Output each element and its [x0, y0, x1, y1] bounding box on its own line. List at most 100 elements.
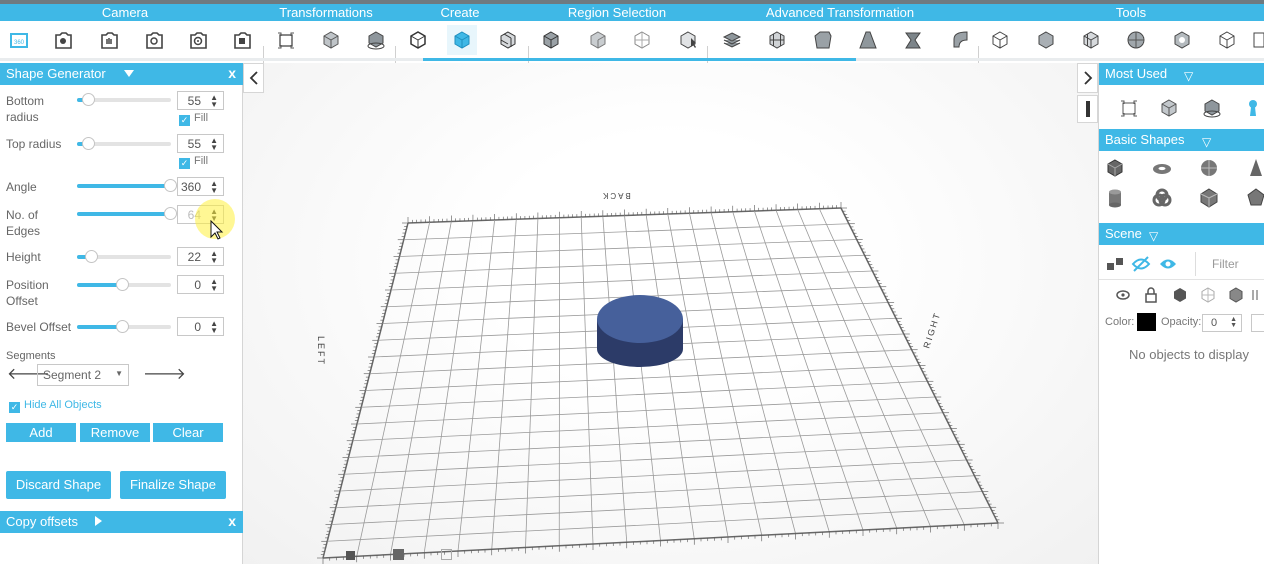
shape-cone-icon[interactable]	[1243, 156, 1264, 180]
region-select-icon[interactable]	[673, 25, 703, 55]
top-radius-fill-checkbox[interactable]: ✓ Fill	[179, 155, 208, 169]
rotate-cube-icon[interactable]	[361, 25, 391, 55]
taper-icon[interactable]	[853, 25, 883, 55]
collapse-triangle-icon[interactable]	[124, 70, 134, 77]
column-wireframe-icon[interactable]	[1195, 283, 1221, 307]
bottom-radius-input[interactable]: 55 ▲ ▼	[177, 91, 224, 110]
layers-icon[interactable]	[717, 25, 747, 55]
edges-slider[interactable]	[77, 207, 177, 220]
segment-next-arrow-icon[interactable]: 🡒	[143, 363, 186, 384]
close-icon[interactable]: x	[228, 65, 236, 81]
collapse-triangle-icon[interactable]: ▽	[1184, 69, 1193, 83]
position-offset-input[interactable]: 0 ▲ ▼	[177, 275, 224, 294]
angle-slider[interactable]	[77, 179, 177, 192]
shape-torus-icon[interactable]	[1149, 156, 1175, 180]
scene-visibility-toggle-icon[interactable]	[1128, 252, 1154, 276]
add-button[interactable]: Add	[6, 423, 76, 442]
transform-box-icon[interactable]	[271, 25, 301, 55]
top-radius-slider[interactable]	[77, 137, 171, 150]
subdivide-icon[interactable]	[762, 25, 792, 55]
shape-knot-icon[interactable]	[1149, 186, 1175, 210]
cylinder-shape[interactable]	[595, 293, 685, 375]
camera-pan-icon[interactable]	[94, 25, 124, 55]
column-solid-icon[interactable]	[1167, 283, 1193, 307]
color-swatch[interactable]	[1137, 313, 1156, 331]
camera-zoom-icon[interactable]	[48, 25, 78, 55]
tool-solid-cube-icon[interactable]	[1031, 25, 1061, 55]
column-shaded-icon[interactable]	[1223, 283, 1249, 307]
tool-export-icon[interactable]	[1212, 25, 1242, 55]
angle-input[interactable]: 360 ▲ ▼	[177, 177, 224, 196]
opacity-input[interactable]: 0 ▲ ▼	[1202, 314, 1242, 332]
copy-offsets-header[interactable]: Copy offsets x	[0, 511, 243, 533]
segment-select[interactable]: Segment 2 ▼	[37, 364, 129, 386]
shape-cylinder-icon[interactable]	[1102, 186, 1128, 210]
scene-filter-input[interactable]: Filter	[1195, 252, 1264, 276]
region-cube-icon[interactable]	[536, 25, 566, 55]
shape-generator-header[interactable]: Shape Generator x	[0, 63, 243, 85]
move-cube-icon[interactable]	[316, 25, 346, 55]
opacity-extra-control[interactable]	[1251, 314, 1264, 332]
tool-more-icon[interactable]	[1252, 25, 1264, 55]
create-box-icon[interactable]	[403, 25, 433, 55]
region-vertex-icon[interactable]	[627, 25, 657, 55]
most-used-cube-icon[interactable]	[1156, 96, 1182, 120]
scene-header[interactable]: Scene ▽	[1099, 223, 1264, 245]
view-mode-wire-icon[interactable]	[441, 549, 452, 560]
bottom-radius-slider[interactable]	[77, 93, 171, 106]
remove-button[interactable]: Remove	[80, 423, 150, 442]
basic-shapes-header[interactable]: Basic Shapes ▽	[1099, 129, 1264, 151]
tool-sphere-icon[interactable]	[1121, 25, 1151, 55]
tool-boolean-icon[interactable]	[1167, 25, 1197, 55]
most-used-transform-icon[interactable]	[1116, 96, 1142, 120]
shape-cube-icon[interactable]	[1102, 156, 1128, 180]
top-radius-input[interactable]: 55 ▲ ▼	[177, 134, 224, 153]
camera-focus-icon[interactable]	[183, 25, 213, 55]
camera-reset-icon[interactable]	[227, 25, 257, 55]
twist-icon[interactable]	[898, 25, 928, 55]
region-faces-icon[interactable]	[583, 25, 613, 55]
camera-360-icon[interactable]: 360	[4, 25, 34, 55]
view-mode-solid-icon[interactable]	[346, 551, 355, 560]
discard-shape-button[interactable]: Discard Shape	[6, 471, 111, 499]
most-used-rotate-icon[interactable]	[1199, 96, 1225, 120]
category-advanced-transformation[interactable]: Advanced Transformation	[766, 5, 914, 20]
category-transformations[interactable]: Transformations	[279, 5, 372, 20]
category-create[interactable]: Create	[440, 5, 479, 20]
height-slider[interactable]	[77, 250, 171, 263]
category-tools[interactable]: Tools	[1116, 5, 1146, 20]
view-mode-shaded-icon[interactable]	[393, 549, 404, 560]
create-mesh-icon[interactable]	[493, 25, 523, 55]
clear-button[interactable]: Clear	[153, 423, 223, 442]
collapse-triangle-icon[interactable]: ▽	[1149, 229, 1158, 243]
shape-sphere-icon[interactable]	[1196, 156, 1222, 180]
shape-icosphere-icon[interactable]	[1196, 186, 1222, 210]
bottom-radius-fill-checkbox[interactable]: ✓ Fill	[179, 112, 208, 126]
tool-wire-cube-icon[interactable]	[985, 25, 1015, 55]
collapse-triangle-icon[interactable]: ▽	[1202, 135, 1211, 149]
most-used-pin-icon[interactable]	[1240, 96, 1264, 120]
expand-triangle-icon[interactable]	[95, 516, 102, 526]
position-offset-slider[interactable]	[77, 278, 171, 291]
column-visibility-icon[interactable]	[1110, 283, 1136, 307]
cylinder-tool-icon[interactable]	[447, 25, 477, 55]
category-region-selection[interactable]: Region Selection	[568, 5, 666, 20]
bend-icon[interactable]	[944, 25, 974, 55]
3d-viewport[interactable]: BACK LEFT RIGHT	[243, 63, 1098, 564]
most-used-header[interactable]: Most Used ▽	[1099, 63, 1264, 85]
column-more-icon[interactable]	[1249, 283, 1264, 307]
hide-all-objects-checkbox[interactable]: ✓ Hide All Objects	[9, 399, 102, 413]
scene-eye-icon[interactable]	[1155, 252, 1181, 276]
bevel-offset-slider[interactable]	[77, 320, 171, 333]
tool-grid-cube-icon[interactable]	[1076, 25, 1106, 55]
category-camera[interactable]: Camera	[102, 5, 148, 20]
column-lock-icon[interactable]	[1138, 283, 1164, 307]
close-icon[interactable]: x	[228, 513, 236, 529]
bevel-icon[interactable]	[808, 25, 838, 55]
height-input[interactable]: 22 ▲ ▼	[177, 247, 224, 266]
shape-dodecahedron-icon[interactable]	[1243, 186, 1264, 210]
finalize-shape-button[interactable]: Finalize Shape	[120, 471, 226, 499]
camera-rotate-icon[interactable]	[139, 25, 169, 55]
scene-group-icon[interactable]	[1102, 252, 1128, 276]
bevel-offset-input[interactable]: 0 ▲ ▼	[177, 317, 224, 336]
